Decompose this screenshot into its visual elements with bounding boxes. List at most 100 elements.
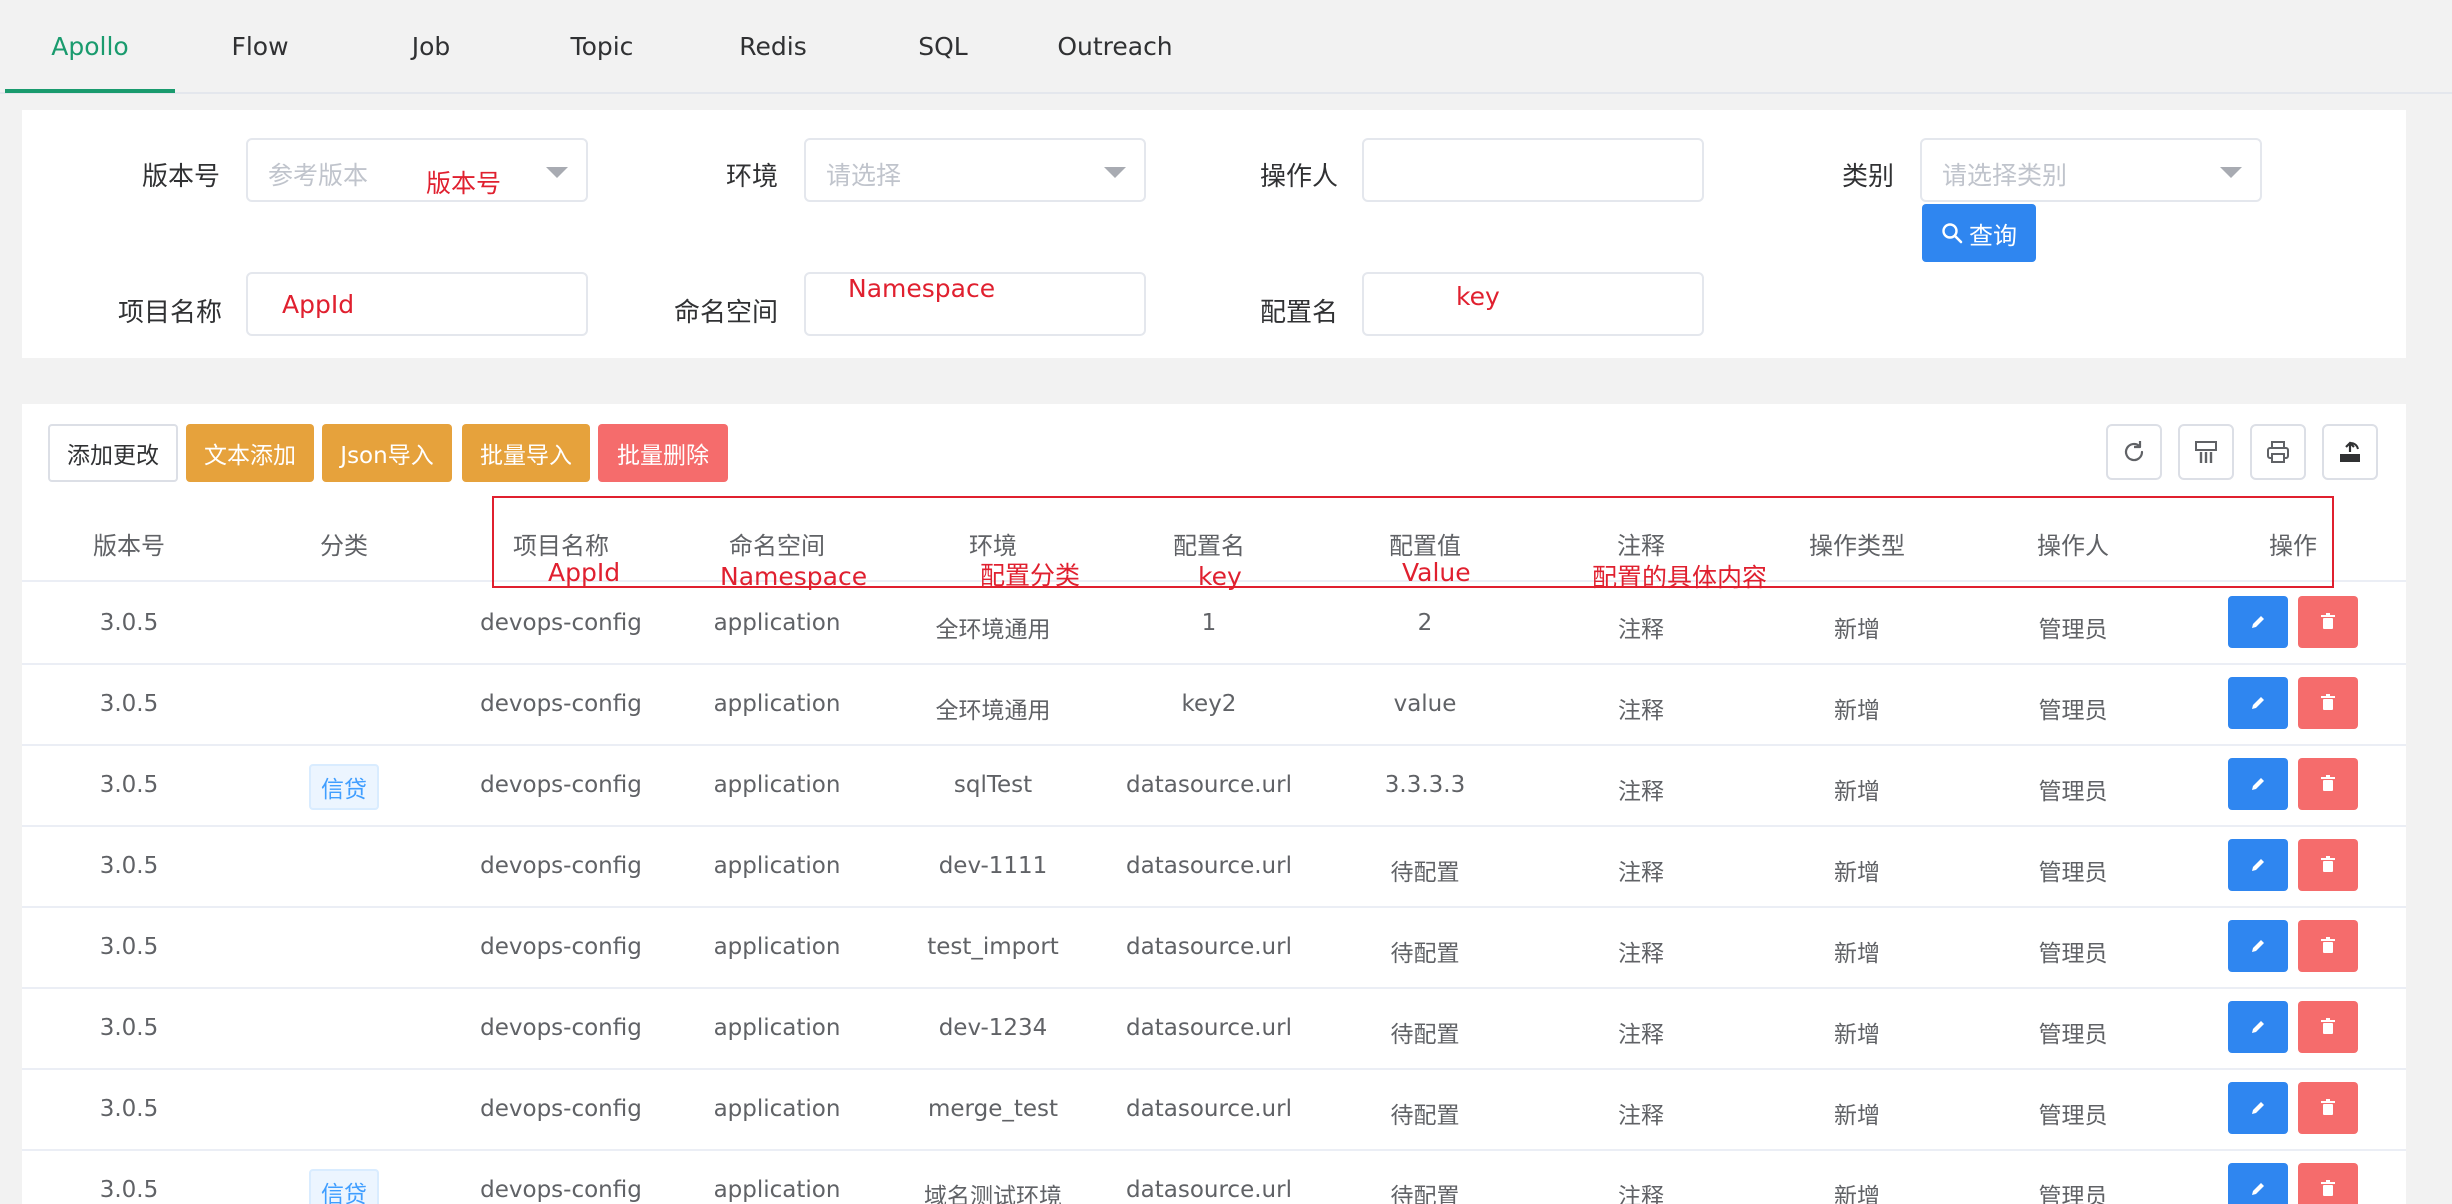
- columns-button[interactable]: [2178, 424, 2234, 480]
- cell-comment: 注释: [1618, 617, 1664, 643]
- cell-comment: 注释: [1618, 698, 1664, 724]
- table-row: 3.0.5 信贷 devops-config application sqlTest da…: [22, 746, 2406, 827]
- table-row: 3.0.5 devops-config application dev-1111 dat…: [22, 827, 2406, 908]
- cell-config-value: 待配置: [1390, 1103, 1460, 1129]
- cell-project: devops-config: [480, 1096, 642, 1122]
- cell-namespace: application: [713, 1177, 841, 1203]
- cell-project: devops-config: [480, 691, 642, 717]
- edit-button[interactable]: [2228, 1001, 2288, 1053]
- trash-icon: [2321, 1018, 2335, 1034]
- chevron-down-icon: [2220, 167, 2242, 178]
- trash-icon: [2321, 694, 2335, 710]
- top-tab-bar: Apollo Flow Job Topic Redis SQL Outreach: [0, 0, 2452, 94]
- operator-input[interactable]: [1362, 138, 1704, 202]
- table-row: 3.0.5 devops-config application dev-1234 dat…: [22, 989, 2406, 1070]
- cell-config-name: datasource.url: [1126, 853, 1292, 879]
- col-namespace: 命名空间: [729, 532, 825, 560]
- cell-config-name: datasource.url: [1126, 934, 1292, 960]
- namespace-label: 命名空间: [674, 298, 779, 328]
- json-import-button[interactable]: Json导入: [322, 424, 452, 482]
- version-label: 版本号: [142, 162, 221, 192]
- tab-redis[interactable]: Redis: [688, 0, 858, 92]
- delete-button[interactable]: [2298, 758, 2358, 810]
- cell-operator: 管理员: [2038, 617, 2108, 643]
- query-button[interactable]: 查询: [1922, 204, 2036, 262]
- search-icon: [1942, 223, 1963, 244]
- tab-outreach[interactable]: Outreach: [1030, 0, 1200, 92]
- tab-topic[interactable]: Topic: [517, 0, 687, 92]
- delete-button[interactable]: [2298, 839, 2358, 891]
- print-button[interactable]: [2250, 424, 2306, 480]
- col-comment: 注释: [1617, 532, 1665, 560]
- cell-config-value: 待配置: [1390, 1022, 1460, 1048]
- delete-button[interactable]: [2298, 596, 2358, 648]
- batch-import-button[interactable]: 批量导入: [462, 424, 590, 482]
- table-row: 3.0.5 devops-config application merge_test d…: [22, 1070, 2406, 1151]
- cell-operator: 管理员: [2038, 1184, 2108, 1204]
- annotation-version: 版本号: [426, 169, 502, 198]
- export-icon: [2340, 441, 2360, 462]
- edit-button[interactable]: [2228, 758, 2288, 810]
- tab-sql[interactable]: SQL: [858, 0, 1028, 92]
- cell-op-type: 新增: [1834, 1103, 1880, 1129]
- pencil-icon: [2252, 1021, 2264, 1033]
- cell-config-value: 待配置: [1390, 860, 1460, 886]
- col-actions: 操作: [2269, 532, 2317, 560]
- env-select[interactable]: 请选择: [804, 138, 1146, 202]
- operator-label: 操作人: [1260, 162, 1339, 192]
- cell-version: 3.0.5: [99, 772, 159, 798]
- cell-version: 3.0.5: [99, 853, 159, 879]
- annotation-namespace: Namespace: [848, 274, 996, 303]
- cell-version: 3.0.5: [99, 934, 159, 960]
- delete-button[interactable]: [2298, 1163, 2358, 1204]
- cell-project: devops-config: [480, 1015, 642, 1041]
- delete-button[interactable]: [2298, 920, 2358, 972]
- edit-button[interactable]: [2228, 1082, 2288, 1134]
- delete-button[interactable]: [2298, 1082, 2358, 1134]
- cell-project: devops-config: [480, 853, 642, 879]
- export-button[interactable]: [2322, 424, 2378, 480]
- trash-icon: [2321, 1099, 2335, 1115]
- category-select[interactable]: 请选择类别: [1920, 138, 2262, 202]
- batch-delete-button[interactable]: 批量删除: [598, 424, 728, 482]
- trash-icon: [2321, 1180, 2335, 1196]
- version-select[interactable]: 参考版本: [246, 138, 588, 202]
- chevron-down-icon: [1104, 167, 1126, 178]
- tab-job[interactable]: Job: [346, 0, 516, 92]
- annotation-key: key: [1456, 282, 1500, 311]
- cell-config-value: value: [1393, 691, 1457, 717]
- cell-env: dev-1111: [938, 853, 1048, 879]
- cell-config-name: datasource.url: [1126, 1096, 1292, 1122]
- col-category: 分类: [320, 532, 368, 560]
- cell-op-type: 新增: [1834, 617, 1880, 643]
- cell-config-name: datasource.url: [1126, 772, 1292, 798]
- cell-env: 全环境通用: [935, 698, 1051, 724]
- edit-button[interactable]: [2228, 839, 2288, 891]
- cell-operator: 管理员: [2038, 698, 2108, 724]
- delete-button[interactable]: [2298, 677, 2358, 729]
- cell-namespace: application: [713, 691, 841, 717]
- tab-apollo[interactable]: Apollo: [5, 0, 175, 92]
- edit-button[interactable]: [2228, 596, 2288, 648]
- cell-project: devops-config: [480, 772, 642, 798]
- add-change-button[interactable]: 添加更改: [48, 424, 178, 482]
- cell-version: 3.0.5: [99, 1177, 159, 1203]
- tab-flow[interactable]: Flow: [175, 0, 345, 92]
- pencil-icon: [2252, 616, 2264, 628]
- cell-project: devops-config: [480, 610, 642, 636]
- category-tag: 信贷: [309, 764, 379, 810]
- edit-button[interactable]: [2228, 920, 2288, 972]
- refresh-button[interactable]: [2106, 424, 2162, 480]
- cell-comment: 注释: [1618, 1103, 1664, 1129]
- trash-icon: [2321, 856, 2335, 872]
- cell-version: 3.0.5: [99, 1096, 159, 1122]
- table-section: 添加更改 文本添加 Json导入 批量导入 批量删除 版本号 分类 项目名称 命…: [22, 404, 2406, 1204]
- edit-button[interactable]: [2228, 1163, 2288, 1204]
- config-input[interactable]: [1362, 272, 1704, 336]
- col-config-value: 配置值: [1389, 532, 1461, 560]
- cell-config-value: 待配置: [1390, 1184, 1460, 1204]
- cell-env: test_import: [927, 934, 1059, 960]
- edit-button[interactable]: [2228, 677, 2288, 729]
- text-add-button[interactable]: 文本添加: [186, 424, 314, 482]
- delete-button[interactable]: [2298, 1001, 2358, 1053]
